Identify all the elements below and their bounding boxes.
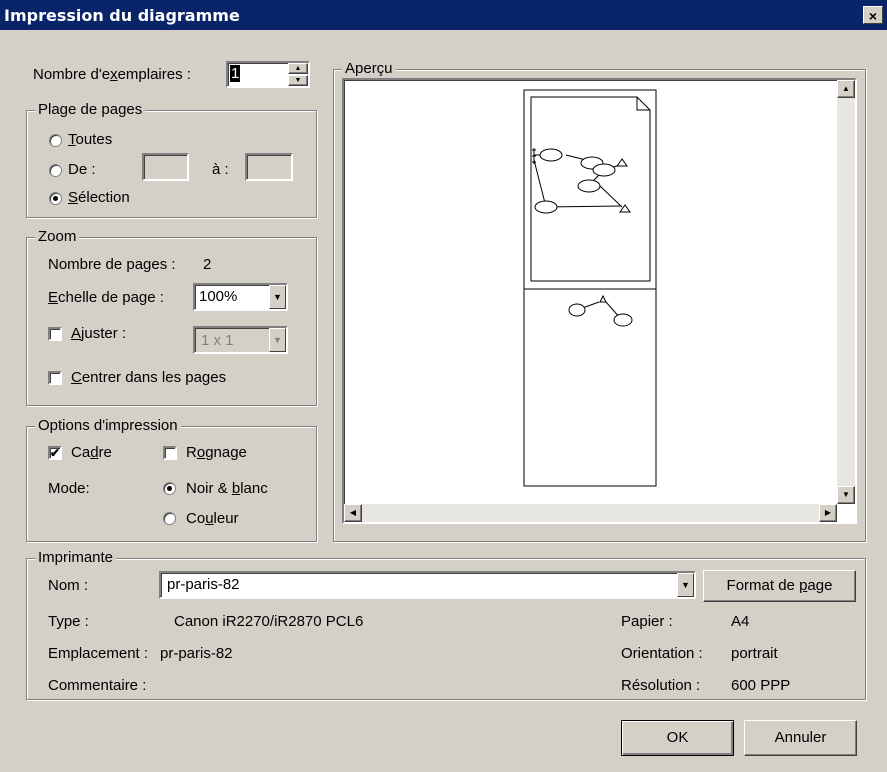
paper-value: A4 xyxy=(731,613,750,630)
crop-checkbox[interactable] xyxy=(163,446,177,460)
to-page-input[interactable] xyxy=(245,153,293,181)
all-pages-label: Toutes xyxy=(68,131,113,148)
fit-checkbox[interactable] xyxy=(48,327,62,341)
orientation-value: portrait xyxy=(731,645,778,662)
mode-label: Mode: xyxy=(48,480,90,497)
title-bar: Impression du diagramme × xyxy=(0,0,887,30)
printer-legend: Imprimante xyxy=(35,549,117,567)
radio-selection[interactable] xyxy=(49,192,62,205)
frame-checkbox[interactable]: ✔ xyxy=(48,446,62,460)
triangle-up-icon: ▲ xyxy=(294,65,302,72)
resolution-value: 600 PPP xyxy=(731,677,791,694)
radio-black-white[interactable] xyxy=(163,482,176,495)
orientation-label: Orientation : xyxy=(621,645,703,662)
window-title: Impression du diagramme xyxy=(4,6,240,25)
triangle-left-icon: ◀ xyxy=(349,508,357,517)
location-value: pr-paris-82 xyxy=(160,645,233,662)
dropdown-arrow-icon[interactable]: ▼ xyxy=(677,573,694,597)
crop-label: Rognage xyxy=(186,444,247,461)
fit-select[interactable]: 1 x 1 ▼ xyxy=(193,326,288,354)
ok-button[interactable]: OK xyxy=(621,720,734,756)
scroll-left-button[interactable]: ◀ xyxy=(344,504,362,522)
resolution-label: Résolution : xyxy=(621,677,701,694)
spin-down-button[interactable]: ▼ xyxy=(288,75,308,86)
copies-spinner[interactable]: 1 ▲ ▼ xyxy=(226,61,310,88)
close-icon: × xyxy=(868,8,878,24)
triangle-right-icon: ▶ xyxy=(824,508,832,517)
radio-all-pages[interactable] xyxy=(49,134,62,147)
triangle-down-icon: ▼ xyxy=(842,490,850,499)
location-label: Emplacement : xyxy=(48,645,149,662)
printer-name-select[interactable]: pr-paris-82 ▼ xyxy=(159,571,696,599)
fit-value: 1 x 1 xyxy=(201,332,234,349)
scroll-up-button[interactable]: ▲ xyxy=(837,80,855,98)
cancel-button[interactable]: Annuler xyxy=(744,720,857,756)
to-label: à : xyxy=(212,161,229,178)
printer-name-value: pr-paris-82 xyxy=(167,576,240,593)
dropdown-arrow-icon[interactable]: ▼ xyxy=(269,285,286,309)
close-button[interactable]: × xyxy=(863,6,883,24)
page-scale-value: 100% xyxy=(199,288,238,305)
page-count-value: 2 xyxy=(203,256,212,273)
radio-from-pages[interactable] xyxy=(49,164,62,177)
frame-label: Cadre xyxy=(71,444,112,461)
preview-canvas xyxy=(523,89,657,487)
color-label: Couleur xyxy=(186,510,239,527)
spin-up-button[interactable]: ▲ xyxy=(288,63,308,74)
preview-legend: Aperçu xyxy=(342,60,396,78)
horizontal-scrollbar[interactable]: ◀ ▶ xyxy=(344,504,837,522)
page-scale-select[interactable]: 100% ▼ xyxy=(193,283,288,311)
radio-color[interactable] xyxy=(163,512,176,525)
selection-label: Sélection xyxy=(68,189,130,206)
type-label: Type : xyxy=(48,613,89,630)
page-count-label: Nombre de pages : xyxy=(48,256,176,273)
page-setup-button[interactable]: Format de page xyxy=(703,570,856,602)
page-range-legend: Plage de pages xyxy=(35,101,146,119)
printer-name-label: Nom : xyxy=(48,577,89,594)
fit-label: Ajuster : xyxy=(71,325,127,342)
comment-label: Commentaire : xyxy=(48,677,147,694)
center-label: Centrer dans les pages xyxy=(71,369,227,386)
from-page-input[interactable] xyxy=(142,153,189,181)
scroll-right-button[interactable]: ▶ xyxy=(819,504,837,522)
copies-label: Nombre d'exemplaires : xyxy=(33,66,191,83)
triangle-up-icon: ▲ xyxy=(842,84,850,93)
black-white-label: Noir & blanc xyxy=(186,480,268,497)
type-value: Canon iR2270/iR2870 PCL6 xyxy=(174,613,364,630)
center-checkbox[interactable] xyxy=(48,371,62,385)
scroll-down-button[interactable]: ▼ xyxy=(837,486,855,504)
dropdown-arrow-icon[interactable]: ▼ xyxy=(269,328,286,352)
page-scale-label: Echelle de page : xyxy=(48,289,164,306)
triangle-down-icon: ▼ xyxy=(294,77,302,84)
preview-pane[interactable]: ▲ ▼ ◀ ▶ xyxy=(342,78,857,524)
copies-value[interactable]: 1 xyxy=(230,65,241,82)
zoom-legend: Zoom xyxy=(35,228,80,246)
from-label: De : xyxy=(68,161,96,178)
paper-label: Papier : xyxy=(621,613,673,630)
vertical-scrollbar[interactable]: ▲ ▼ xyxy=(837,80,855,504)
print-options-legend: Options d'impression xyxy=(35,417,181,435)
